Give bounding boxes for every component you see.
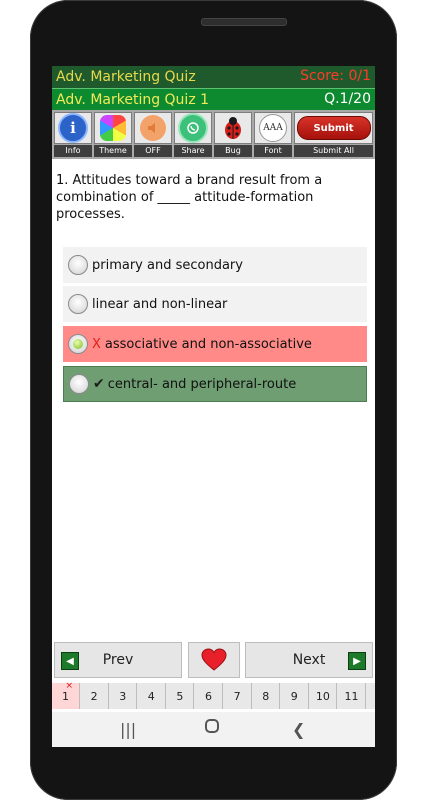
sound-toggle-button[interactable]: OFF: [134, 112, 172, 157]
page-button[interactable]: 11: [338, 683, 366, 709]
heart-icon: [201, 648, 227, 671]
question-text: 1. Attitudes toward a brand result from …: [56, 173, 323, 222]
info-button[interactable]: i Info: [54, 112, 92, 157]
page-button[interactable]: 9: [281, 683, 309, 709]
page-button[interactable]: 7: [224, 683, 252, 709]
page-button[interactable]: 8: [252, 683, 281, 709]
whatsapp-share-icon: [178, 113, 208, 143]
home-icon[interactable]: [204, 718, 220, 738]
answer-option[interactable]: ✔ central- and peripheral-route: [63, 366, 367, 402]
bug-label: Bug: [214, 145, 252, 157]
answer-option[interactable]: Xassociative and non-associative: [63, 326, 367, 362]
page-number: 8: [262, 689, 270, 703]
page-number: 2: [90, 689, 98, 703]
correct-check-icon: ✔: [93, 376, 105, 392]
answer-option[interactable]: primary and secondary: [63, 247, 367, 283]
submit-button[interactable]: Submit: [296, 116, 371, 140]
question-page-strip: ×12345678910111: [52, 681, 375, 709]
next-icon: ▶: [348, 652, 366, 670]
page-button[interactable]: 3: [109, 683, 138, 709]
color-palette-icon: [100, 115, 126, 141]
theme-label: Theme: [94, 145, 132, 157]
radio-icon[interactable]: [68, 294, 88, 314]
page-button[interactable]: 1: [367, 683, 375, 709]
android-nav-bar: ||| ❮: [52, 712, 375, 747]
page-number: 9: [290, 689, 298, 703]
page-button[interactable]: 4: [138, 683, 166, 709]
page-button[interactable]: 2: [81, 683, 109, 709]
prev-label: Prev: [102, 652, 134, 668]
page-button[interactable]: × 1: [52, 681, 80, 709]
question-counter: Q.1/20: [324, 91, 371, 107]
prev-button[interactable]: ◀ Prev: [54, 642, 182, 678]
answer-option-label: associative and non-associative: [104, 336, 312, 352]
info-icon: i: [58, 113, 88, 143]
toolbar: i Info Theme OFF Share Bug AAA Font Subm…: [52, 110, 375, 159]
answer-option-label: central- and peripheral-route: [107, 376, 297, 392]
page-button[interactable]: 6: [195, 683, 223, 709]
theme-button[interactable]: Theme: [94, 112, 132, 157]
font-size-button[interactable]: AAA Font: [254, 112, 292, 157]
navigation-row: ◀ Prev Next ▶: [52, 642, 375, 678]
submit-all-button[interactable]: Submit Submit All: [294, 112, 373, 157]
app-screen: Adv. Marketing Quiz Score: 0/1 Adv. Mark…: [52, 66, 375, 747]
info-label: Info: [54, 145, 92, 157]
page-number: 7: [233, 689, 241, 703]
next-label: Next: [292, 652, 326, 668]
radio-icon[interactable]: [69, 374, 89, 394]
share-label: Share: [174, 145, 212, 157]
bug-report-button[interactable]: Bug: [214, 112, 252, 157]
page-number: 1: [62, 689, 69, 703]
recent-apps-icon[interactable]: |||: [120, 720, 136, 739]
answer-option-label: linear and non-linear: [92, 296, 228, 312]
favorite-button[interactable]: [188, 642, 240, 678]
font-size-icon: AAA: [259, 114, 287, 142]
page-number: 6: [205, 689, 212, 703]
ladybug-icon: [225, 117, 241, 139]
prev-icon: ◀: [61, 652, 79, 670]
app-title: Adv. Marketing Quiz: [56, 69, 196, 85]
page-number: 3: [119, 689, 127, 703]
submit-all-label: Submit All: [294, 145, 373, 157]
page-button[interactable]: 10: [309, 683, 338, 709]
answer-option-label: primary and secondary: [92, 257, 243, 273]
next-button[interactable]: Next ▶: [245, 642, 373, 678]
radio-icon[interactable]: [68, 334, 88, 354]
wrong-answer-marker: ×: [65, 681, 73, 691]
quiz-name: Adv. Marketing Quiz 1: [56, 92, 210, 108]
sound-label: OFF: [134, 145, 172, 157]
page-number: 11: [344, 689, 359, 703]
speaker-off-icon: [140, 115, 166, 141]
font-label: Font: [254, 145, 292, 157]
answer-option[interactable]: linear and non-linear: [63, 286, 367, 322]
title-bar: Adv. Marketing Quiz Score: 0/1: [52, 66, 375, 88]
back-icon[interactable]: ❮: [292, 720, 305, 739]
page-button[interactable]: 5: [166, 683, 195, 709]
speaker-grille: [201, 18, 287, 26]
score-display: Score: 0/1: [300, 68, 371, 84]
page-number: 4: [147, 689, 155, 703]
share-button[interactable]: Share: [174, 112, 212, 157]
page-number: 5: [176, 689, 184, 703]
radio-icon[interactable]: [68, 255, 88, 275]
page-number: 10: [315, 689, 330, 703]
quiz-subheader: Adv. Marketing Quiz 1 Q.1/20: [52, 88, 375, 110]
wrong-mark-icon: X: [92, 336, 101, 352]
